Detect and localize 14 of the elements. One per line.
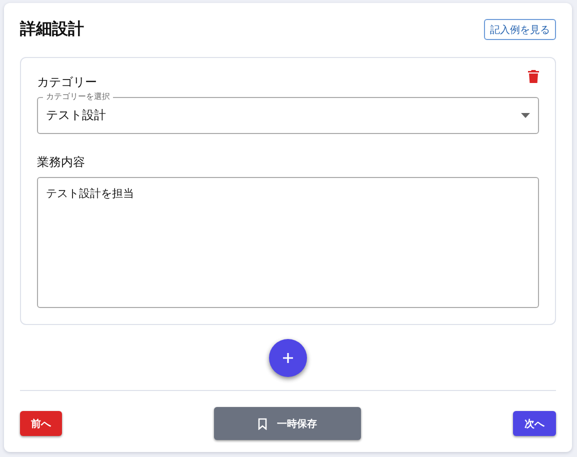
- field-label: カテゴリー: [37, 74, 97, 91]
- dropdown-caret-icon: [521, 113, 530, 118]
- bookmark-icon: [258, 418, 267, 430]
- select-legend: カテゴリーを選択: [43, 91, 113, 102]
- next-button[interactable]: 次へ: [513, 411, 556, 436]
- content-textarea[interactable]: テスト設計を担当: [37, 177, 539, 308]
- add-button[interactable]: [269, 339, 307, 377]
- save-button[interactable]: 一時保存: [214, 407, 361, 440]
- prev-button[interactable]: 前へ: [20, 411, 62, 436]
- example-button[interactable]: 記入例を見る: [484, 19, 556, 40]
- page-title: 詳細設計: [20, 19, 84, 40]
- plus-icon: [282, 352, 294, 364]
- trash-icon[interactable]: [528, 70, 539, 83]
- field-label: 業務内容: [37, 154, 86, 171]
